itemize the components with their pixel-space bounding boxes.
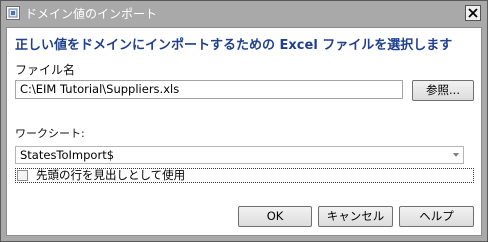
dialog-body: 正しい値をドメインにインポートするための Excel ファイルを選択します ファ… <box>6 27 482 236</box>
browse-button[interactable]: 参照... <box>412 80 474 101</box>
cancel-button[interactable]: キャンセル <box>318 206 393 227</box>
header-row-checkbox[interactable] <box>17 170 28 181</box>
dialog-window: ドメイン値のインポート 正しい値をドメインにインポートするための Excel フ… <box>0 0 488 242</box>
close-icon <box>468 8 478 18</box>
app-icon <box>6 6 20 20</box>
close-button[interactable] <box>465 5 481 21</box>
chevron-down-icon <box>453 153 459 157</box>
ok-button[interactable]: OK <box>238 206 312 227</box>
file-path-input[interactable]: C:\EIM Tutorial\Suppliers.xls <box>15 80 403 99</box>
header-row-checkbox-label: 先頭の行を見出しとして使用 <box>36 168 186 182</box>
dialog-heading: 正しい値をドメインにインポートするための Excel ファイルを選択します <box>15 38 453 53</box>
worksheet-selected-value: StatesToImport$ <box>20 148 115 162</box>
worksheet-label: ワークシート: <box>15 127 85 140</box>
header-row-option[interactable]: 先頭の行を見出しとして使用 <box>15 168 474 183</box>
window-title: ドメイン値のインポート <box>25 7 158 21</box>
worksheet-select[interactable]: StatesToImport$ <box>15 146 464 164</box>
file-name-label: ファイル名 <box>15 63 76 77</box>
help-button[interactable]: ヘルプ <box>399 206 474 227</box>
title-bar[interactable]: ドメイン値のインポート <box>1 1 487 27</box>
